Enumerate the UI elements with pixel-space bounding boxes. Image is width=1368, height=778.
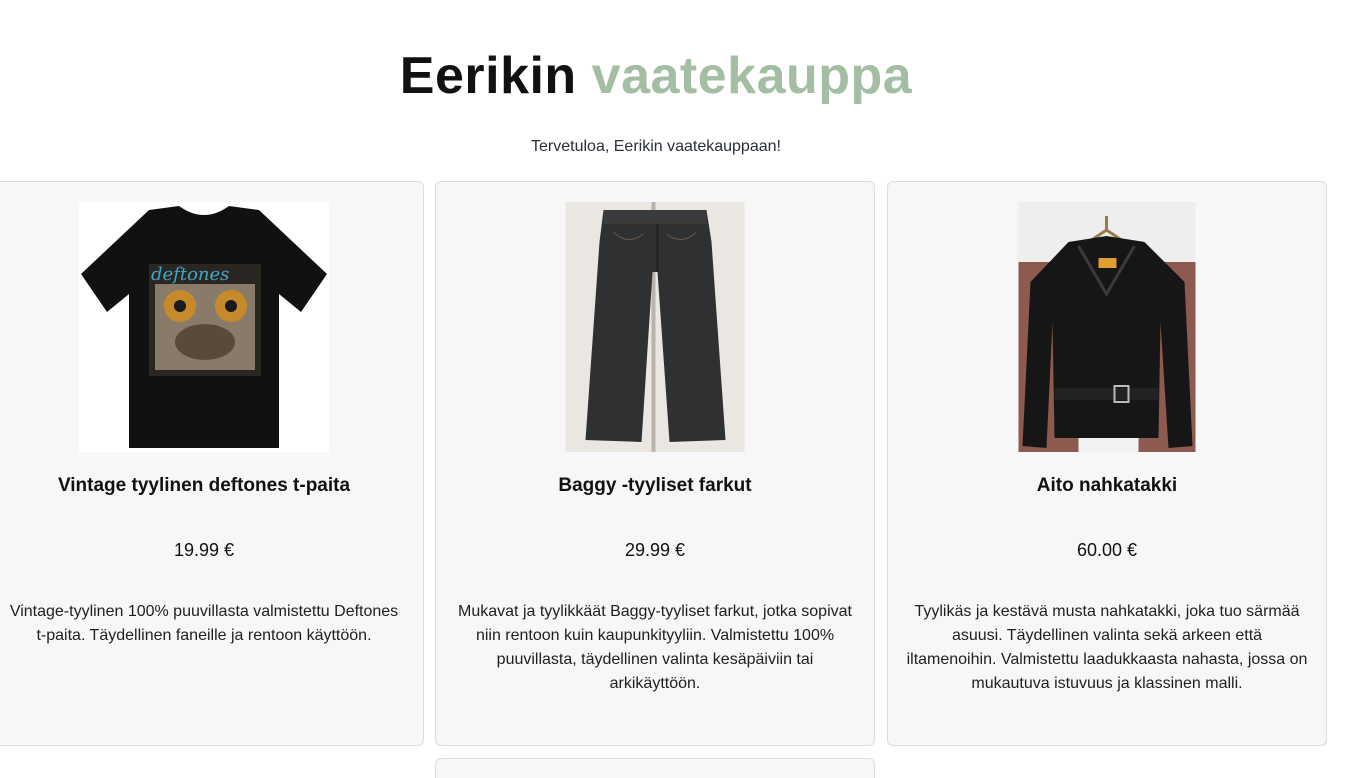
page: Eerikin vaatekauppa Tervetuloa, Eerikin … <box>0 0 1368 778</box>
product-description: Vintage-tyylinen 100% puuvillasta valmis… <box>9 603 399 644</box>
product-name[interactable]: Vintage tyylinen deftones t-paita <box>0 475 413 497</box>
product-description: Tyylikäs ja kestävä musta nahkatakki, jo… <box>906 603 1308 692</box>
site-title: Eerikin vaatekauppa <box>0 44 1312 108</box>
site-title-main: Eerikin <box>399 47 577 105</box>
welcome-text: Tervetuloa, Eerikin vaatekauppaan! <box>531 138 781 155</box>
tshirt-image[interactable]: deftones <box>79 202 329 452</box>
leather-jacket-image[interactable] <box>1018 202 1196 452</box>
product-price: 29.99 € <box>624 540 686 560</box>
product-price: 19.99 € <box>173 540 235 560</box>
site-title-accent: vaatekauppa <box>591 47 913 105</box>
product-description: Mukavat ja tyylikkäät Baggy-tyyliset far… <box>458 603 852 692</box>
product-name[interactable]: Aito nahkatakki <box>898 475 1316 497</box>
product-card[interactable]: deftones Vintage tyylinen deftones t-pai… <box>0 181 424 746</box>
product-card[interactable]: Baggy -tyyliset farkut 29.99 € Mukavat j… <box>435 181 875 746</box>
tshirt-print-text: deftones <box>151 264 229 285</box>
product-card[interactable]: Aito nahkatakki 60.00 € Tyylikäs ja kest… <box>887 181 1327 746</box>
product-card-partial[interactable] <box>435 758 875 778</box>
product-name[interactable]: Baggy -tyyliset farkut <box>446 475 864 497</box>
jeans-image[interactable] <box>565 202 745 452</box>
product-price: 60.00 € <box>1076 540 1138 560</box>
